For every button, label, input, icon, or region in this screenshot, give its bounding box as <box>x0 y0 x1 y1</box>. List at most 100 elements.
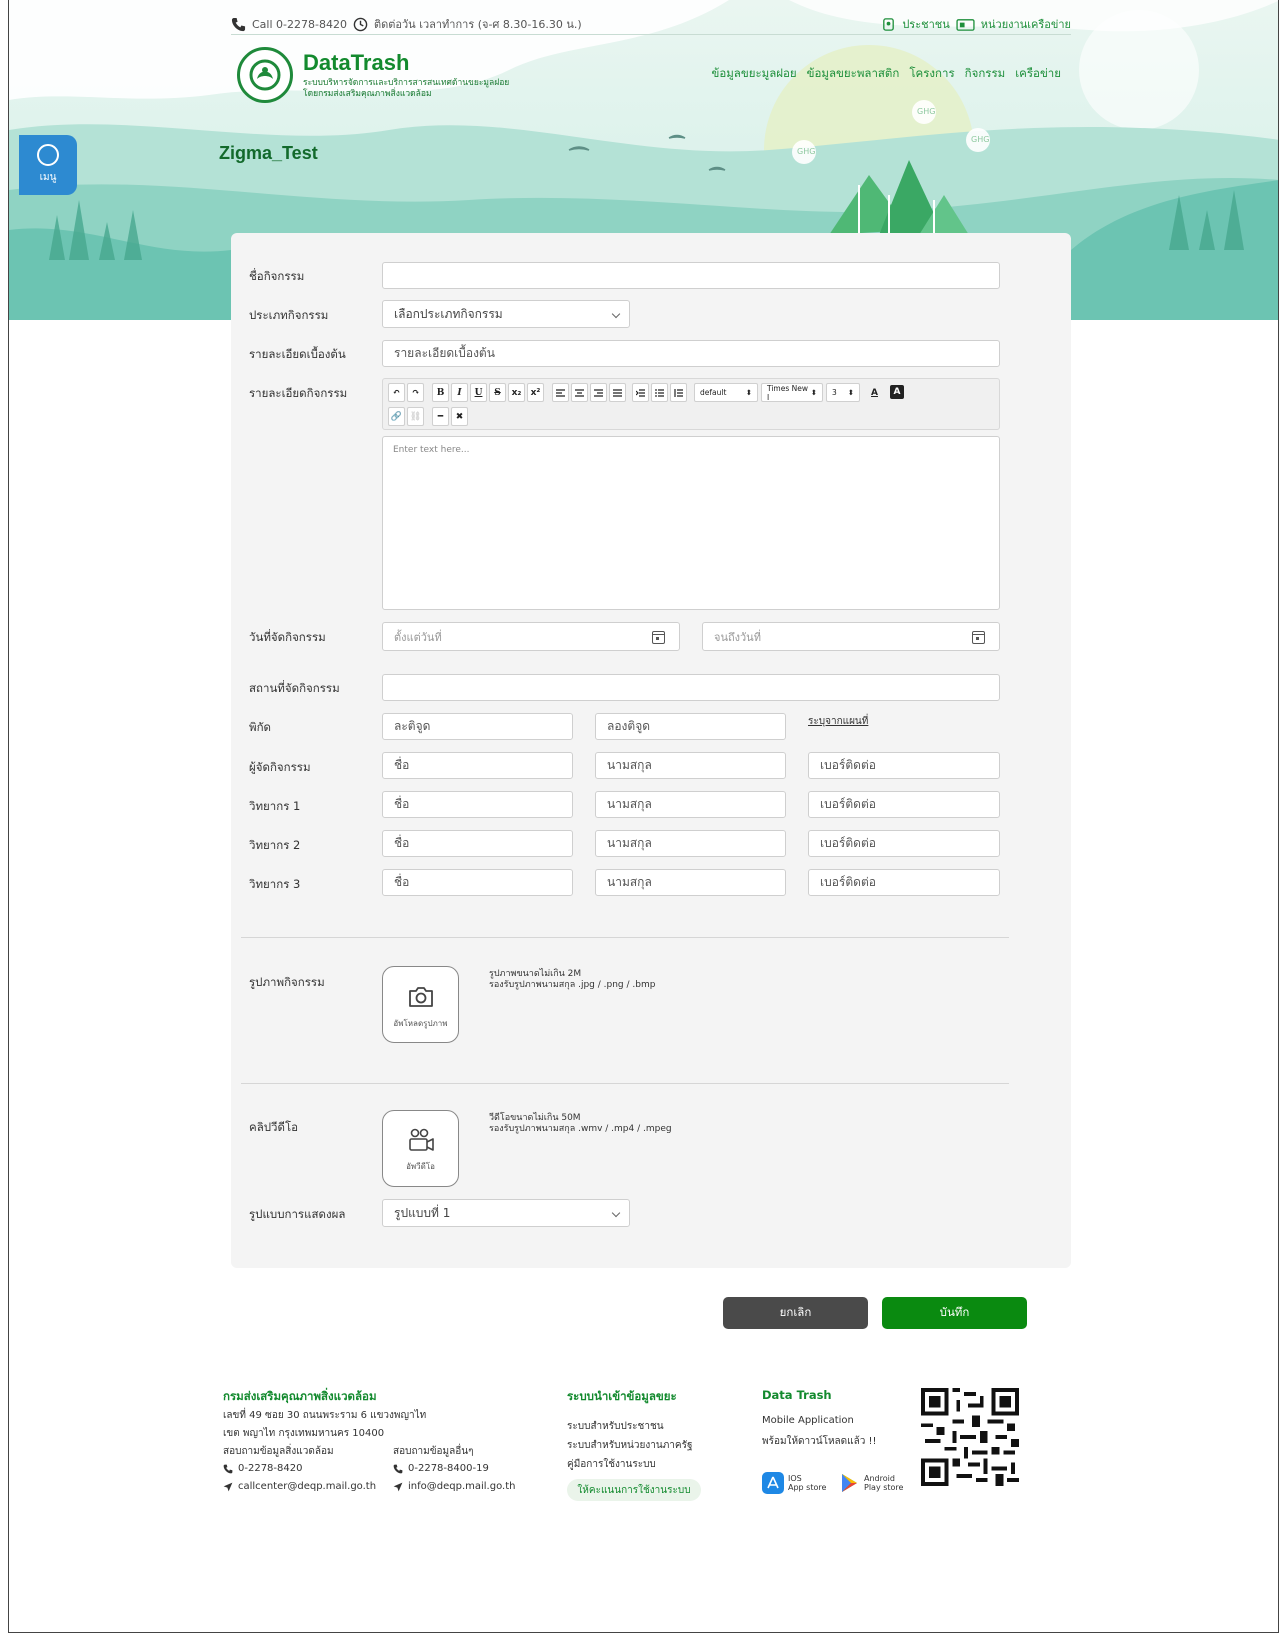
size-select[interactable]: 3 ⬍ <box>826 383 860 402</box>
speaker2-last-name[interactable]: นามสกุล <box>595 830 786 857</box>
nav-item-plastic[interactable]: ข้อมูลขยะพลาสติก <box>807 65 900 83</box>
nav-item-waste[interactable]: ข้อมูลขยะมูลฝอย <box>711 65 796 83</box>
organizer-last-name[interactable]: นามสกุล <box>595 752 786 779</box>
speaker3-phone[interactable]: เบอร์ติดต่อ <box>808 869 1000 896</box>
display-format-select[interactable]: รูปแบบที่ 1 <box>382 1199 630 1227</box>
main-nav: ข้อมูลขยะมูลฝอย ข้อมูลขยะพลาสติก โครงการ… <box>711 65 1061 83</box>
video-upload-info: วีดีโอขนาดไม่เกิน 50M รองรับรูปภาพนามสกุ… <box>489 1113 672 1135</box>
nav-item-activities[interactable]: กิจกรรม <box>965 65 1006 83</box>
map-link[interactable]: ระบุจากแผนที่ <box>808 714 868 729</box>
activity-name-input[interactable] <box>382 262 1000 289</box>
footer-org-name: กรมส่งเสริมคุณภาพสิ่งแวดล้อม <box>223 1389 377 1403</box>
clear-format-button[interactable]: ✖ <box>451 407 468 426</box>
citizen-link[interactable]: ประชาชน <box>902 15 949 33</box>
justify-icon <box>613 388 622 397</box>
updown-icon: ⬍ <box>847 388 854 397</box>
activity-type-select[interactable]: เลือกประเภทกิจกรรม <box>382 300 630 328</box>
font-select[interactable]: Times New I ⬍ <box>761 383 823 402</box>
speaker3-last-name[interactable]: นามสกุล <box>595 869 786 896</box>
image-upload-button[interactable]: อัพโหลดรูปภาพ <box>382 966 459 1043</box>
text-color-button[interactable]: A <box>866 383 883 402</box>
unlink-button[interactable]: ⛓ <box>407 407 424 426</box>
align-center-button[interactable] <box>571 383 588 402</box>
rich-text-editor[interactable]: Enter text here... <box>382 436 1000 610</box>
date-from-input[interactable]: ตั้งแต่วันที่ <box>382 622 680 651</box>
section-divider <box>241 1083 1009 1084</box>
indent-button[interactable] <box>632 383 649 402</box>
link-button[interactable]: 🔗 <box>388 407 405 426</box>
brand-subtitle: ระบบบริหารจัดการและบริการสารสนเทศด้านขยะ… <box>303 78 510 88</box>
format-value: default <box>700 388 727 397</box>
place-label: สถานที่จัดกิจกรรม <box>249 681 340 695</box>
speaker2-first-name[interactable]: ชื่อ <box>382 830 573 857</box>
format-select[interactable]: default ⬍ <box>694 383 758 402</box>
other-phone-text: 0-2278-8400-19 <box>408 1463 489 1474</box>
nav-item-network[interactable]: เครือข่าย <box>1015 65 1061 83</box>
summary-input[interactable]: รายละเอียดเบื้องต้น <box>382 340 1000 367</box>
redo-button[interactable]: ↷ <box>407 383 424 402</box>
save-button[interactable]: บันทึก <box>882 1297 1027 1329</box>
ghg-bubble: GHG <box>971 135 990 144</box>
latitude-input[interactable]: ละติจูด <box>382 713 573 740</box>
agency-link[interactable]: หน่วยงานเครือข่าย <box>981 15 1071 33</box>
speaker1-phone[interactable]: เบอร์ติดต่อ <box>808 791 1000 818</box>
ghg-bubble: GHG <box>797 147 816 156</box>
footer-env-phone[interactable]: 0-2278-8420 <box>223 1463 302 1474</box>
longitude-input[interactable]: ลองติจูด <box>595 713 786 740</box>
video-upload-button[interactable]: อัพวีดีโอ <box>382 1110 459 1187</box>
app-store-icon <box>762 1472 784 1494</box>
date-to-input[interactable]: จนถึงวันที่ <box>702 622 1000 651</box>
italic-button[interactable]: I <box>451 383 468 402</box>
side-menu-button[interactable]: เมนู <box>19 135 77 195</box>
bullet-list-button[interactable] <box>651 383 668 402</box>
calendar-icon[interactable] <box>972 631 985 644</box>
align-left-button[interactable] <box>552 383 569 402</box>
footer-other-info: สอบถามข้อมูลอื่นๆ <box>393 1446 474 1457</box>
summary-label: รายละเอียดเบื้องต้น <box>249 347 346 361</box>
justify-button[interactable] <box>609 383 626 402</box>
align-right-button[interactable] <box>590 383 607 402</box>
import-citizen-link[interactable]: ระบบสำหรับประชาชน <box>567 1419 664 1434</box>
android-store-link[interactable]: Android Play store <box>838 1472 903 1494</box>
undo-button[interactable]: ↶ <box>388 383 405 402</box>
speaker2-phone[interactable]: เบอร์ติดต่อ <box>808 830 1000 857</box>
call-number[interactable]: Call 0-2278-8420 <box>252 18 347 31</box>
footer-other-email[interactable]: info@deqp.mail.go.th <box>393 1481 515 1492</box>
indent-icon <box>636 388 645 397</box>
strikethrough-button[interactable]: S <box>489 383 506 402</box>
phone-icon <box>231 17 246 31</box>
video-upload-label: อัพวีดีโอ <box>406 1162 435 1171</box>
underline-button[interactable]: U <box>470 383 487 402</box>
cancel-button[interactable]: ยกเลิก <box>723 1297 868 1329</box>
superscript-button[interactable]: x² <box>527 383 544 402</box>
bold-button[interactable]: B <box>432 383 449 402</box>
organizer-phone[interactable]: เบอร์ติดต่อ <box>808 752 1000 779</box>
ios-store-link[interactable]: IOS App store <box>762 1472 826 1494</box>
rate-system-button[interactable]: ให้คะแนนการใช้งานระบบ <box>567 1479 701 1501</box>
brand-logo[interactable]: DataTrash ระบบบริหารจัดการและบริการสารสน… <box>237 47 509 103</box>
speaker2-label: วิทยากร 2 <box>249 838 301 852</box>
nav-item-projects[interactable]: โครงการ <box>909 65 954 83</box>
speaker1-last-name[interactable]: นามสกุล <box>595 791 786 818</box>
manual-link[interactable]: คู่มือการใช้งานระบบ <box>567 1457 656 1472</box>
numbered-list-button[interactable] <box>670 383 687 402</box>
speaker3-first-name[interactable]: ชื่อ <box>382 869 573 896</box>
footer-env-email[interactable]: callcenter@deqp.mail.go.th <box>223 1481 376 1492</box>
type-label: ประเภทกิจกรรม <box>249 308 329 322</box>
bullet-list-icon <box>655 388 664 397</box>
bg-color-button[interactable]: A <box>890 385 904 399</box>
footer-other-phone[interactable]: 0-2278-8400-19 <box>393 1463 489 1474</box>
brand-subtitle: โดยกรมส่งเสริมคุณภาพสิ่งแวดล้อม <box>303 89 432 99</box>
organizer-label: ผู้จัดกิจกรรม <box>249 760 311 774</box>
import-agency-link[interactable]: ระบบสำหรับหน่วยงานภาครัฐ <box>567 1438 693 1453</box>
size-value: 3 <box>832 388 837 397</box>
place-input[interactable] <box>382 674 1000 701</box>
calendar-icon[interactable] <box>652 631 665 644</box>
speaker1-first-name[interactable]: ชื่อ <box>382 791 573 818</box>
subscript-button[interactable]: x₂ <box>508 383 525 402</box>
horizontal-rule-button[interactable]: ━ <box>432 407 449 426</box>
organizer-first-name[interactable]: ชื่อ <box>382 752 573 779</box>
image-label: รูปภาพกิจกรรม <box>249 975 325 989</box>
page-frame: GHG GHG GHG Call 0-2278-8420 ติดต่อวัน เ… <box>8 0 1279 1633</box>
camera-icon <box>408 987 433 1007</box>
